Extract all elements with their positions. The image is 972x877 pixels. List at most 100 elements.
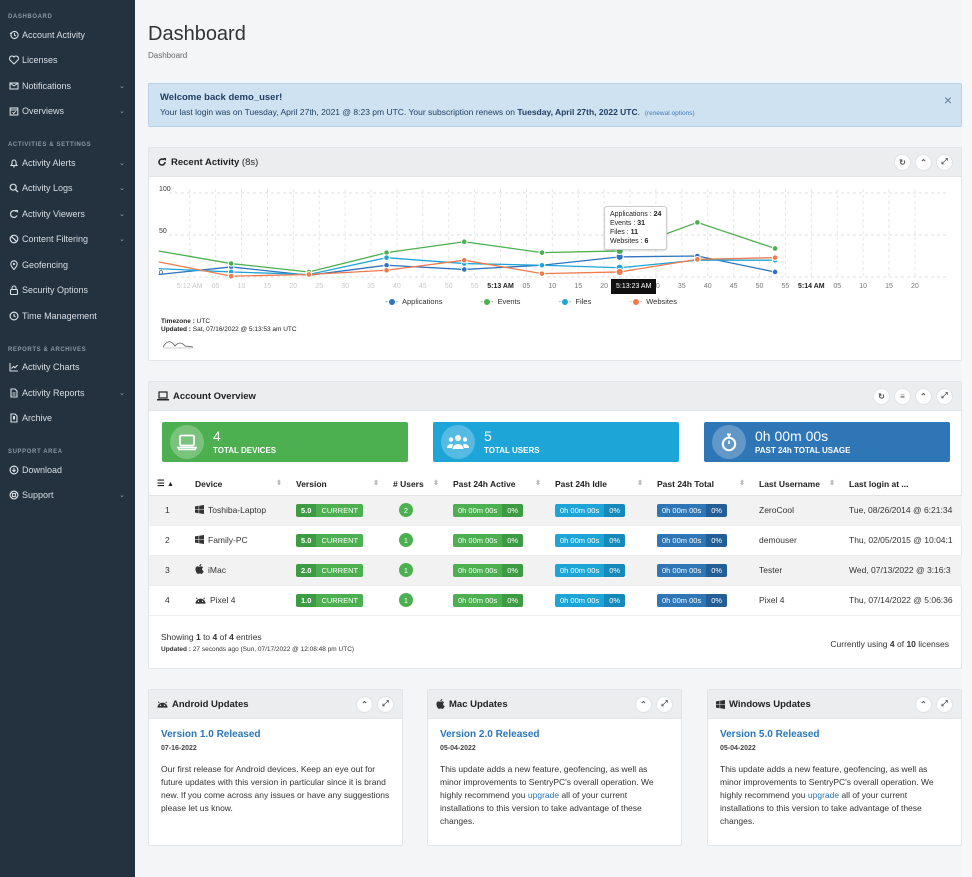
expand-button[interactable]: ⤢ [936,387,953,405]
upgrade-link[interactable]: upgrade [808,790,839,800]
sidebar-item-label: Time Management [22,310,97,321]
expand-button[interactable]: ⤢ [936,695,953,713]
collapse-button[interactable]: ⌃ [635,695,652,713]
sidebar-item-download[interactable]: Download [0,457,135,483]
total-cell: 0h 00m 00s 0% [649,555,751,586]
column-header-version[interactable]: Version ⬍ [288,473,385,496]
table-updated-label: Updated : [161,646,191,653]
android-updates-header: Android Updates ⌃ ⤢ [149,690,402,719]
license-usage: Currently using 4 of 10 licenses [830,639,949,649]
release-title[interactable]: Version 1.0 Released [161,728,390,741]
breadcrumb[interactable]: Dashboard [148,51,187,60]
collapse-button[interactable]: ⌃ [915,387,932,405]
chevron-down-icon[interactable]: ⌄ [117,82,127,90]
x-tick-label: 50 [445,283,453,290]
x-tick-label: 45 [730,283,738,290]
release-title[interactable]: Version 5.0 Released [720,728,949,741]
table-row[interactable]: 2 Family-PC 5.0 CURRENT 1 0h 00m 00s 0% 0h… [149,525,963,556]
reload-button[interactable]: ↻ [873,387,890,405]
legend-item-events[interactable]: - - Events [480,297,520,306]
table-row[interactable]: 4 Pixel 4 1.0 CURRENT 1 0h 00m 00s 0% 0h 0… [149,585,963,616]
stat-value: 0h 00m 00s [755,428,829,444]
close-icon[interactable]: × [944,92,952,108]
tooltip-row: Events : 31 [610,220,646,227]
renewal-options-link[interactable]: (renewal options) [645,110,695,117]
chevron-down-icon[interactable]: ⌄ [117,210,127,218]
active-percent: 0% [502,503,524,517]
chart-tooltip: Applications : 24 Events : 31 Files : 11 We… [604,206,668,250]
columns-button[interactable]: ≡ [894,387,911,405]
sidebar-item-time-management[interactable]: Time Management [0,303,135,329]
users-cell: 1 [385,585,445,616]
sidebar-item-support[interactable]: Support ⌄ [0,483,135,509]
expand-button[interactable]: ⤢ [936,153,953,171]
device-cell[interactable]: Family-PC [187,525,288,556]
chevron-down-icon[interactable]: ⌄ [117,491,127,499]
reload-button[interactable]: ↻ [894,153,911,171]
collapse-button[interactable]: ⌃ [915,153,932,171]
upgrade-link[interactable]: upgrade [528,790,559,800]
device-cell[interactable]: Pixel 4 [187,585,288,616]
sidebar-item-account-activity[interactable]: Account Activity [0,22,135,48]
expand-button[interactable]: ⤢ [656,695,673,713]
sidebar-item-notifications[interactable]: Notifications ⌄ [0,73,135,99]
column-header-last-username[interactable]: Last Username ⬍ [751,473,841,496]
device-name: iMac [208,565,226,575]
scrollbar[interactable] [962,0,972,877]
ban-icon [8,234,19,245]
column-header-past-24h-active[interactable]: Past 24h Active ⬍ [445,473,547,496]
bell-icon [8,157,19,168]
chevron-down-icon[interactable]: ⌄ [117,389,127,397]
chevron-down-icon[interactable]: ⌄ [117,184,127,192]
table-row[interactable]: 1 Toshiba-Laptop 5.0 CURRENT 2 0h 00m 00s… [149,495,963,526]
sidebar-item-activity-alerts[interactable]: Activity Alerts ⌄ [0,150,135,176]
users-count-badge: 1 [399,533,413,547]
sidebar-item-security-options[interactable]: Security Options [0,278,135,304]
activity-wave-icon [162,341,194,349]
active-cell: 0h 00m 00s 0% [445,525,547,556]
release-title[interactable]: Version 2.0 Released [440,728,669,741]
collapse-button[interactable]: ⌃ [356,695,373,713]
expand-button[interactable]: ⤢ [377,695,394,713]
sidebar-item-label: Archive [22,413,53,424]
sidebar-item-overviews[interactable]: Overviews ⌄ [0,99,135,125]
showing-to-word: to [200,632,213,642]
data-point-events [538,249,546,256]
device-cell[interactable]: Toshiba-Laptop [187,495,288,526]
page-title: Dashboard [148,23,246,45]
row-number-column-header[interactable]: ☰ ▲ [149,473,187,496]
column-header-past-24h-idle[interactable]: Past 24h Idle ⬍ [547,473,649,496]
chevron-down-icon[interactable]: ⌄ [117,107,127,115]
x-tick-label: 20 [289,283,297,290]
sidebar-item-geofencing[interactable]: Geofencing [0,252,135,278]
sidebar-item-licenses[interactable]: Licenses [0,48,135,74]
column-header-label: Past 24h Active [453,478,516,489]
column-header-device[interactable]: Device ⬍ [187,473,288,496]
users-cell: 1 [385,525,445,556]
sidebar-item-content-filtering[interactable]: Content Filtering ⌄ [0,227,135,253]
column-header-last-login-at[interactable]: Last login at ... [841,473,963,496]
table-row[interactable]: 3 iMac 2.0 CURRENT 1 0h 00m 00s 0% 0h 00m … [149,555,963,586]
timezone-value: UTC [196,318,211,325]
legend-item-websites[interactable]: - - Websites [629,297,677,306]
sidebar-item-activity-charts[interactable]: Activity Charts [0,355,135,381]
chevron-down-icon[interactable]: ⌄ [117,159,127,167]
chevron-down-icon[interactable]: ⌄ [117,235,127,243]
legend-item-files[interactable]: - - Files [558,297,591,306]
legend-item-applications[interactable]: - - Applications [385,297,442,306]
device-name: Pixel 4 [210,594,236,605]
column-header--users[interactable]: # Users ⬍ [385,473,445,496]
legend-marker [632,298,639,305]
sort-icon: ⬍ [739,479,745,487]
device-cell[interactable]: iMac [187,555,288,586]
collapse-button[interactable]: ⌃ [915,695,932,713]
sidebar-item-activity-viewers[interactable]: Activity Viewers ⌄ [0,201,135,227]
sidebar-item-activity-reports[interactable]: Activity Reports ⌄ [0,380,135,406]
column-header-past-24h-total[interactable]: Past 24h Total ⬍ [649,473,751,496]
idle-percent: 0% [604,593,626,607]
x-tick-label: 05 [523,283,531,290]
envelope-icon [8,80,19,91]
sidebar-item-activity-logs[interactable]: Activity Logs ⌄ [0,176,135,202]
license-icon [8,55,19,66]
sidebar-item-archive[interactable]: Archive [0,406,135,432]
